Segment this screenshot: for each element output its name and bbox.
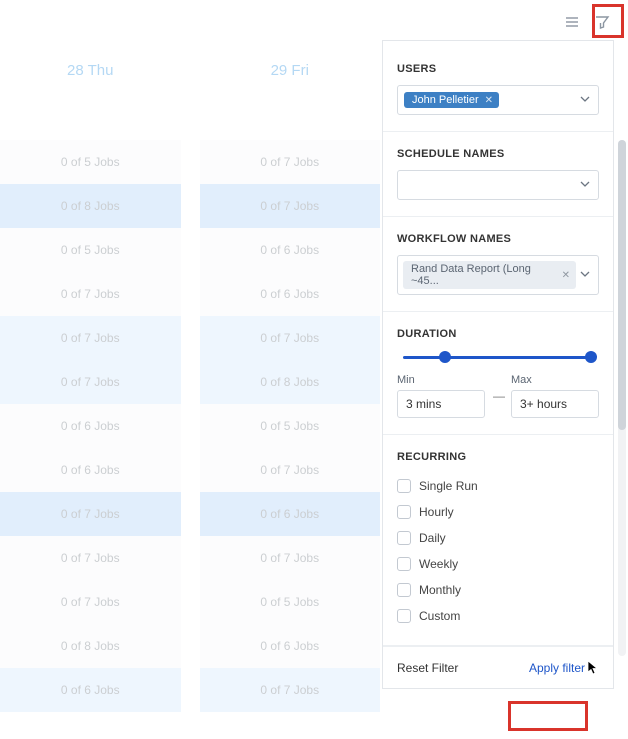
recurring-option[interactable]: Single Run (397, 473, 599, 499)
slider-thumb-min[interactable] (439, 351, 451, 363)
recurring-option-label: Custom (419, 609, 460, 623)
duration-slider[interactable] (399, 350, 597, 364)
slider-thumb-max[interactable] (585, 351, 597, 363)
duration-min-label: Min (397, 374, 485, 386)
list-view-icon[interactable] (560, 10, 584, 34)
recurring-option[interactable]: Custom (397, 603, 599, 629)
filter-panel-footer: Reset Filter Apply filter (383, 646, 613, 688)
user-chip[interactable]: John Pelletier ✕ (404, 92, 499, 108)
workflow-chip[interactable]: Rand Data Report (Long ~45... ✕ (403, 261, 576, 289)
close-icon[interactable]: ✕ (562, 270, 570, 281)
duration-label: DURATION (397, 328, 599, 340)
user-chip-label: John Pelletier (412, 94, 479, 106)
recurring-option[interactable]: Monthly (397, 577, 599, 603)
checkbox[interactable] (397, 557, 411, 571)
workflow-label: WORKFLOW NAMES (397, 233, 599, 245)
chevron-down-icon (580, 93, 590, 107)
chevron-down-icon (580, 178, 590, 192)
duration-max-input[interactable]: 3+ hours (511, 390, 599, 418)
workflow-chip-label: Rand Data Report (Long ~45... (411, 263, 556, 287)
recurring-option-label: Weekly (419, 557, 458, 571)
close-icon[interactable]: ✕ (485, 95, 493, 106)
filter-panel-body[interactable]: USERS John Pelletier ✕ SCHEDULE NAMES WO… (383, 41, 613, 646)
filter-panel: USERS John Pelletier ✕ SCHEDULE NAMES WO… (382, 40, 614, 689)
checkbox[interactable] (397, 531, 411, 545)
schedule-label: SCHEDULE NAMES (397, 148, 599, 160)
filter-icon[interactable] (590, 10, 614, 34)
apply-filter-button[interactable]: Apply filter (529, 660, 599, 676)
workflow-select[interactable]: Rand Data Report (Long ~45... ✕ (397, 255, 599, 295)
users-label: USERS (397, 63, 599, 75)
duration-dash: — (493, 389, 503, 403)
checkbox[interactable] (397, 479, 411, 493)
apply-filter-label: Apply filter (529, 661, 585, 675)
chevron-down-icon (580, 268, 590, 282)
duration-min-input[interactable]: 3 mins (397, 390, 485, 418)
recurring-option[interactable]: Weekly (397, 551, 599, 577)
checkbox[interactable] (397, 609, 411, 623)
duration-max-label: Max (511, 374, 599, 386)
schedule-select[interactable] (397, 170, 599, 200)
recurring-option-label: Hourly (419, 505, 454, 519)
recurring-option-label: Monthly (419, 583, 461, 597)
toolbar (560, 10, 614, 34)
cursor-icon (587, 660, 599, 676)
page-scrollbar[interactable] (618, 140, 626, 656)
users-select[interactable]: John Pelletier ✕ (397, 85, 599, 115)
recurring-option-label: Daily (419, 531, 446, 545)
recurring-label: RECURRING (397, 451, 599, 463)
checkbox[interactable] (397, 505, 411, 519)
checkbox[interactable] (397, 583, 411, 597)
recurring-option[interactable]: Daily (397, 525, 599, 551)
recurring-option[interactable]: Hourly (397, 499, 599, 525)
reset-filter-button[interactable]: Reset Filter (397, 661, 458, 675)
recurring-option-label: Single Run (419, 479, 478, 493)
page-scrollbar-thumb[interactable] (618, 140, 626, 430)
